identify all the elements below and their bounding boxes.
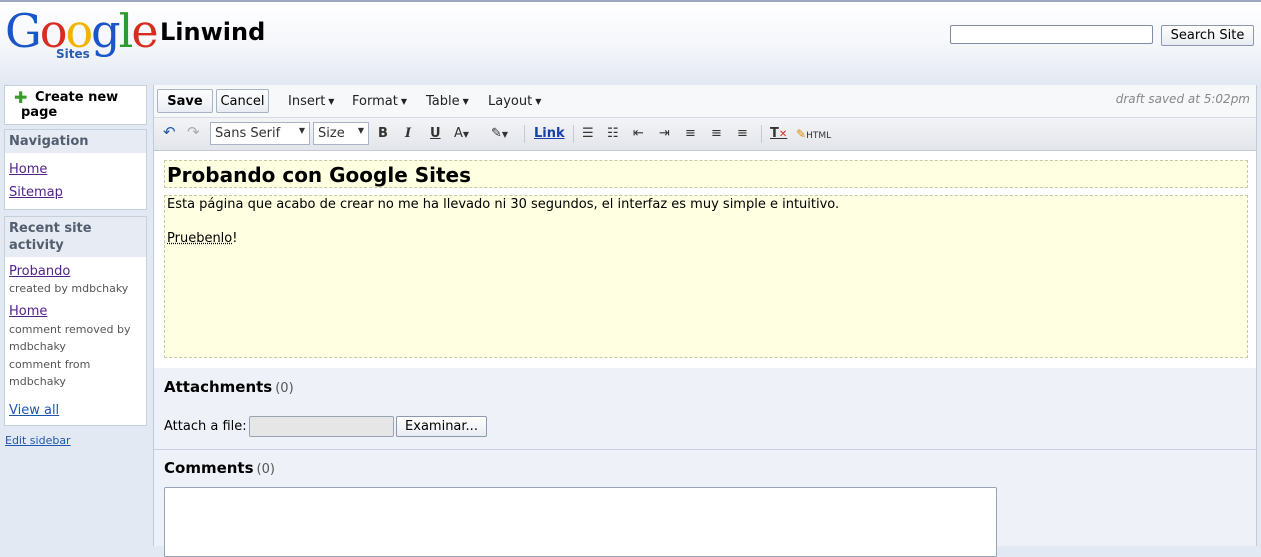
main-content: Save Cancel Insert ▼ Format ▼ Table ▼ Layou…	[153, 85, 1257, 557]
format-toolbar: ↶ ↷ Sans Serif ▼ Size ▼ B I U A▼ ✎▼ Link ☰…	[154, 118, 1256, 151]
font-family-select[interactable]: Sans Serif ▼	[210, 122, 310, 145]
sidebar-recent-activity: Recent site activity Probando created by…	[4, 216, 147, 426]
chevron-down-icon: ▼	[400, 97, 407, 106]
search-site-button[interactable]: Search Site	[1161, 25, 1254, 46]
outdent-icon[interactable]: ⇤	[633, 126, 644, 142]
highlight-color-icon[interactable]: ✎▼	[491, 126, 508, 143]
underline-icon[interactable]: U	[430, 126, 441, 142]
body-paragraph: Pruebenlo!	[167, 231, 238, 246]
edit-toolbar: Save Cancel Insert ▼ Format ▼ Table ▼ Layou…	[154, 85, 1256, 118]
chevron-down-icon: ▼	[298, 126, 305, 135]
page-title-field[interactable]: Probando con Google Sites	[164, 160, 1248, 188]
undo-icon[interactable]: ↶	[163, 124, 176, 140]
sidebar-navigation: Navigation Home Sitemap	[4, 129, 147, 210]
sites-label: Sites	[56, 47, 90, 61]
section-divider	[154, 449, 1256, 450]
body-paragraph: Esta página que acabo de crear no me ha …	[167, 197, 840, 212]
menu-insert[interactable]: Insert ▼	[288, 94, 334, 109]
navigation-heading: Navigation	[5, 130, 146, 153]
comments-heading: Comments (0)	[164, 459, 275, 477]
font-size-select[interactable]: Size ▼	[313, 122, 369, 145]
indent-icon[interactable]: ⇥	[659, 126, 670, 142]
bulleted-list-icon[interactable]: ☷	[607, 126, 619, 142]
remove-formatting-icon[interactable]: T✕	[770, 126, 787, 143]
browse-file-button[interactable]: Examinar...	[396, 416, 487, 437]
menu-table[interactable]: Table ▼	[426, 94, 469, 109]
menu-layout[interactable]: Layout ▼	[488, 94, 541, 109]
activity-note: comment removed by	[9, 323, 131, 336]
comments-count: (0)	[256, 462, 275, 477]
toolbar-separator	[761, 125, 762, 143]
attachments-heading: Attachments (0)	[164, 378, 294, 396]
activity-note: comment from	[9, 358, 91, 371]
cancel-button[interactable]: Cancel	[216, 89, 269, 113]
align-right-icon[interactable]: ≡	[737, 126, 748, 142]
bold-icon[interactable]: B	[378, 126, 388, 142]
menu-format[interactable]: Format ▼	[352, 94, 407, 109]
activity-note: mdbchaky	[9, 340, 66, 353]
google-sites-logo[interactable]: Google Sites	[5, 4, 159, 62]
align-center-icon[interactable]: ≡	[711, 126, 722, 142]
edit-html-button[interactable]: ✎HTML	[796, 126, 831, 144]
page-title: Probando con Google Sites	[167, 163, 472, 187]
page-body-editor[interactable]: Esta página que acabo de crear no me ha …	[164, 195, 1248, 358]
toolbar-separator	[573, 125, 574, 143]
create-new-page-label: Create new page	[21, 90, 119, 120]
numbered-list-icon[interactable]: ☰	[582, 126, 594, 142]
italic-icon[interactable]: I	[405, 126, 411, 142]
create-new-page-button[interactable]: ✚ Create new page	[4, 85, 147, 125]
file-path-input[interactable]	[249, 416, 394, 437]
chevron-down-icon: ▼	[535, 97, 542, 106]
align-left-icon[interactable]: ≡	[685, 126, 696, 142]
sidebar-item-sitemap[interactable]: Sitemap	[9, 185, 63, 200]
chevron-down-icon: ▼	[328, 97, 335, 106]
text-color-icon[interactable]: A▼	[454, 126, 469, 143]
activity-note: mdbchaky	[9, 375, 66, 388]
save-button[interactable]: Save	[157, 89, 213, 113]
chevron-down-icon: ▼	[357, 126, 364, 135]
draft-status: draft saved at 5:02pm	[1115, 92, 1250, 106]
attach-file-label: Attach a file:	[164, 419, 247, 434]
sidebar-item-home[interactable]: Home	[9, 162, 47, 177]
activity-note: created by mdbchaky	[9, 282, 129, 295]
activity-link-home[interactable]: Home	[9, 304, 47, 319]
activity-link-probando[interactable]: Probando	[9, 264, 70, 279]
toolbar-separator	[524, 125, 525, 143]
edit-sidebar-link[interactable]: Edit sidebar	[5, 434, 71, 447]
view-all-link[interactable]: View all	[9, 403, 59, 418]
editor-area: Probando con Google Sites Esta página qu…	[154, 151, 1256, 368]
redo-icon[interactable]: ↷	[187, 124, 200, 140]
site-header: Google Sites Linwind Search Site	[0, 2, 1261, 84]
attachments-count: (0)	[275, 381, 294, 396]
search-input[interactable]	[950, 25, 1153, 44]
chevron-down-icon: ▼	[462, 97, 469, 106]
recent-activity-heading: Recent site activity	[5, 217, 146, 257]
comment-textarea[interactable]	[164, 487, 997, 557]
site-title[interactable]: Linwind	[160, 18, 265, 46]
insert-link-button[interactable]: Link	[534, 126, 565, 142]
